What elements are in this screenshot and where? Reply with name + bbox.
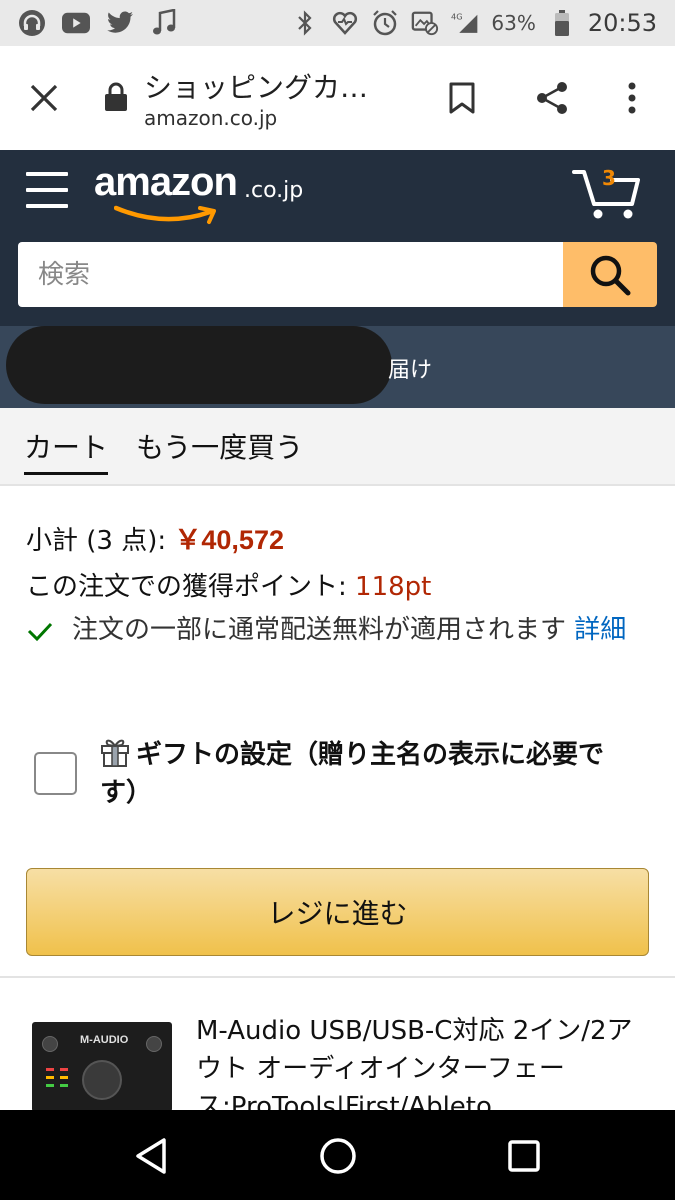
headphones-icon	[18, 9, 46, 37]
gift-option-label[interactable]: ギフトの設定（贈り主名の表示に必要です）	[100, 736, 640, 812]
details-link[interactable]: 詳細	[574, 615, 626, 645]
section-divider	[0, 976, 675, 978]
product-image-brand: M-AUDIO	[80, 1034, 129, 1046]
nav-recents-button[interactable]	[502, 1134, 546, 1178]
check-icon	[27, 622, 53, 642]
cart-count-badge: 3	[602, 166, 616, 190]
svg-text:4G: 4G	[451, 12, 463, 22]
share-button[interactable]	[528, 74, 576, 122]
subtotal-label: 小計 (3 点):	[26, 526, 175, 556]
tab-buy-again[interactable]: もう一度買う	[136, 426, 303, 466]
battery-icon	[548, 9, 576, 37]
redacted-address	[6, 326, 392, 404]
nav-back-button[interactable]	[130, 1134, 174, 1178]
points-label: この注文での獲得ポイント:	[26, 572, 356, 602]
lock-icon	[104, 82, 128, 112]
free-shipping-message: 注文の一部に通常配送無料が適用されます	[72, 615, 575, 645]
hamburger-menu-button[interactable]	[26, 172, 68, 208]
bookmark-button[interactable]	[440, 76, 484, 120]
signal-icon: 4G	[451, 9, 479, 37]
knob-decoration	[146, 1036, 162, 1052]
points-earned: この注文での獲得ポイント: 118pt	[26, 566, 431, 603]
twitter-icon	[106, 9, 134, 37]
search-input[interactable]	[18, 242, 563, 307]
clock: 20:53	[587, 9, 657, 37]
more-vert-icon	[628, 82, 636, 114]
product-title[interactable]: M-Audio USB/USB-C対応 2イン/2アウト オーディオインターフェ…	[196, 1012, 656, 1110]
browser-toolbar: ショッピングカ… amazon.co.jp	[0, 46, 675, 150]
hamburger-line	[26, 172, 68, 176]
battery-percent: 63%	[491, 11, 536, 35]
image-off-icon	[411, 9, 439, 37]
search-bar	[18, 242, 657, 307]
page-url[interactable]: amazon.co.jp	[144, 106, 277, 130]
close-tab-button[interactable]	[20, 74, 68, 122]
page-title: ショッピングカ…	[144, 71, 369, 104]
tab-cart[interactable]: カート	[24, 426, 109, 475]
delivery-address-bar[interactable]: 届け	[0, 326, 675, 408]
bookmark-icon	[449, 82, 475, 114]
alarm-icon	[371, 9, 399, 37]
music-note-icon	[150, 9, 178, 37]
volume-knob	[82, 1060, 122, 1100]
status-left-icons	[18, 9, 178, 37]
knob-decoration	[42, 1036, 58, 1052]
points-value: 118pt	[355, 572, 432, 602]
recents-square-icon	[508, 1140, 540, 1172]
back-triangle-icon	[136, 1138, 166, 1174]
cart-button[interactable]: 3	[572, 164, 644, 220]
gift-checkbox[interactable]	[34, 752, 77, 795]
home-circle-icon	[320, 1138, 356, 1174]
overflow-menu-button[interactable]	[612, 74, 652, 122]
subtotal: 小計 (3 点): ￥40,572	[26, 518, 284, 557]
hamburger-line	[26, 188, 68, 192]
free-shipping-text: 注文の一部に通常配送無料が適用されます 詳細	[72, 612, 662, 649]
proceed-to-checkout-button[interactable]: レジに進む	[26, 868, 649, 956]
status-right-icons: 4G 63% 20:53	[291, 9, 657, 37]
youtube-icon	[62, 9, 90, 37]
share-icon	[537, 82, 567, 114]
logo-tld: .co.jp	[244, 178, 304, 203]
nav-home-button[interactable]	[316, 1134, 360, 1178]
cart-tabs: カート もう一度買う	[0, 408, 675, 486]
system-nav-bar	[0, 1110, 675, 1200]
search-button[interactable]	[563, 242, 657, 307]
site-header: amazon .co.jp 3	[0, 150, 675, 326]
amazon-logo[interactable]: amazon .co.jp	[94, 160, 324, 224]
close-icon	[30, 84, 58, 112]
bluetooth-icon	[291, 9, 319, 37]
led-decoration	[60, 1068, 68, 1071]
heart-monitor-icon	[331, 9, 359, 37]
led-decoration	[60, 1084, 68, 1087]
delivery-label: 届け	[388, 358, 433, 383]
led-decoration	[46, 1068, 54, 1071]
status-bar: 4G 63% 20:53	[0, 0, 675, 46]
led-decoration	[60, 1076, 68, 1079]
led-decoration	[46, 1084, 54, 1087]
product-image[interactable]: M-AUDIO	[32, 1022, 172, 1112]
hamburger-line	[26, 204, 68, 208]
smile-arrow-icon	[114, 205, 216, 224]
led-decoration	[46, 1076, 54, 1079]
search-icon	[590, 255, 631, 295]
logo-wordmark: amazon	[94, 160, 238, 204]
subtotal-price: ￥40,572	[174, 525, 284, 555]
